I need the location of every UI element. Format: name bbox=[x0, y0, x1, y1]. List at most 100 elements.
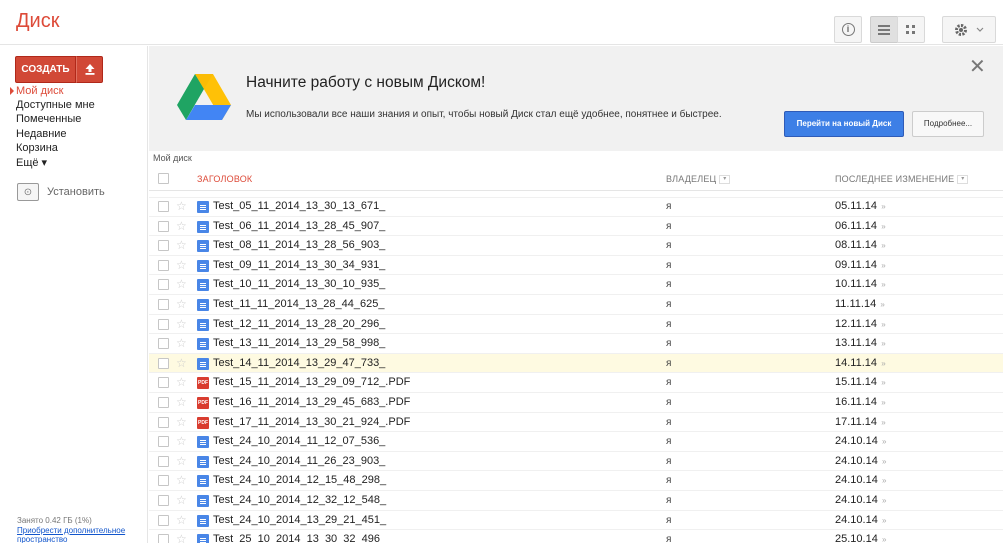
star-icon[interactable]: ☆ bbox=[176, 337, 187, 349]
settings-button[interactable] bbox=[942, 16, 996, 43]
file-name[interactable]: Test_15_11_2014_13_29_09_712_.PDF bbox=[213, 376, 410, 388]
file-name[interactable]: Test_13_11_2014_13_29_58_998_ bbox=[213, 337, 385, 349]
row-checkbox[interactable] bbox=[158, 279, 169, 291]
row-checkbox[interactable] bbox=[158, 220, 169, 232]
table-row[interactable]: ☆ Test_05_11_2014_13_30_13_671_ я 05.11.14 … bbox=[149, 197, 1003, 217]
file-owner: я bbox=[666, 318, 672, 330]
file-name[interactable]: Test_14_11_2014_13_29_47_733_ bbox=[213, 357, 385, 369]
table-row[interactable]: ☆ Test_24_10_2014_12_15_48_298_ я 24.10.14 … bbox=[149, 471, 1003, 491]
table-row[interactable]: ☆ Test_13_11_2014_13_29_58_998_ я 13.11.14 … bbox=[149, 334, 1003, 354]
star-icon[interactable]: ☆ bbox=[176, 416, 187, 428]
row-checkbox[interactable] bbox=[158, 495, 169, 506]
table-row[interactable]: ☆ Test_10_11_2014_13_30_10_935_ я 10.11.14 … bbox=[149, 275, 1003, 295]
breadcrumb[interactable]: Мой диск bbox=[153, 153, 192, 163]
table-row[interactable]: ☆ PDF Test_15_11_2014_13_29_09_712_.PDF я 15… bbox=[149, 373, 1003, 393]
file-name[interactable]: Test_24_10_2014_11_26_23_903_ bbox=[213, 455, 385, 467]
list-view-button[interactable] bbox=[870, 16, 898, 43]
select-all-checkbox[interactable] bbox=[158, 173, 169, 184]
star-icon[interactable]: ☆ bbox=[176, 474, 187, 486]
table-row[interactable]: ☆ Test_25_10_2014_13_30_32_496 я 25.10.14 » bbox=[149, 530, 1003, 543]
upload-button[interactable] bbox=[76, 56, 103, 83]
row-checkbox[interactable] bbox=[158, 357, 169, 369]
row-checkbox[interactable] bbox=[158, 514, 169, 526]
header-owner[interactable]: ВЛАДЕЛЕЦ ▾ bbox=[666, 174, 731, 185]
file-name[interactable]: Test_08_11_2014_13_28_56_903_ bbox=[213, 239, 385, 251]
row-checkbox[interactable] bbox=[158, 436, 169, 448]
table-row[interactable]: ☆ Test_24_10_2014_12_32_12_548_ я 24.10.14 … bbox=[149, 491, 1003, 511]
star-icon[interactable]: ☆ bbox=[176, 357, 187, 369]
switch-to-new-drive-button[interactable]: Перейти на новый Диск bbox=[784, 111, 904, 137]
app-title[interactable]: Диск bbox=[16, 10, 59, 33]
row-checkbox[interactable] bbox=[158, 377, 169, 389]
table-row[interactable]: ☆ Test_11_11_2014_13_28_44_625_ я 11.11.14 … bbox=[149, 295, 1003, 315]
row-checkbox[interactable] bbox=[158, 318, 169, 330]
star-icon[interactable]: ☆ bbox=[176, 318, 187, 330]
file-name[interactable]: Test_24_10_2014_11_12_07_536_ bbox=[213, 435, 385, 447]
row-checkbox[interactable] bbox=[158, 534, 169, 543]
table-row[interactable]: ☆ Test_08_11_2014_13_28_56_903_ я 08.11.14 … bbox=[149, 236, 1003, 256]
star-icon[interactable]: ☆ bbox=[176, 494, 187, 506]
file-name[interactable]: Test_24_10_2014_12_15_48_298_ bbox=[213, 474, 386, 486]
row-checkbox[interactable] bbox=[158, 240, 169, 252]
install-link[interactable]: ⊙ Установить bbox=[17, 183, 105, 201]
sidebar-item-my-drive[interactable]: Мой диск bbox=[9, 84, 63, 98]
file-name[interactable]: Test_24_10_2014_12_32_12_548_ bbox=[213, 494, 386, 506]
table-row[interactable]: ☆ Test_06_11_2014_13_28_45_907_ я 06.11.14 … bbox=[149, 217, 1003, 237]
star-icon[interactable]: ☆ bbox=[176, 435, 187, 447]
table-row[interactable]: ☆ Test_12_11_2014_13_28_20_296_ я 12.11.14 … bbox=[149, 315, 1003, 335]
star-icon[interactable]: ☆ bbox=[176, 239, 187, 251]
file-name[interactable]: Test_05_11_2014_13_30_13_671_ bbox=[213, 200, 385, 212]
create-button[interactable]: СОЗДАТЬ bbox=[15, 56, 76, 83]
sort-modified-icon[interactable]: ▾ bbox=[957, 175, 969, 185]
row-checkbox[interactable] bbox=[158, 299, 169, 310]
row-checkbox[interactable] bbox=[158, 338, 169, 350]
file-name[interactable]: Test_09_11_2014_13_30_34_931_ bbox=[213, 259, 385, 271]
file-name[interactable]: Test_25_10_2014_13_30_32_496 bbox=[213, 533, 380, 543]
star-icon[interactable]: ☆ bbox=[176, 200, 187, 212]
row-checkbox[interactable] bbox=[158, 201, 169, 212]
file-name[interactable]: Test_16_11_2014_13_29_45_683_.PDF bbox=[213, 396, 410, 408]
table-row[interactable]: ☆ Test_24_10_2014_11_12_07_536_ я 24.10.14 … bbox=[149, 432, 1003, 452]
row-checkbox[interactable] bbox=[158, 259, 169, 271]
table-row[interactable]: ☆ Test_24_10_2014_13_29_21_451_ я 24.10.14 … bbox=[149, 511, 1003, 531]
file-name[interactable]: Test_11_11_2014_13_28_44_625_ bbox=[213, 298, 384, 310]
file-name[interactable]: Test_10_11_2014_13_30_10_935_ bbox=[213, 278, 385, 290]
file-name[interactable]: Test_17_11_2014_13_30_21_924_.PDF bbox=[213, 416, 410, 428]
table-row[interactable]: ☆ Test_24_10_2014_11_26_23_903_ я 24.10.14 … bbox=[149, 452, 1003, 472]
info-button[interactable]: i bbox=[834, 16, 862, 43]
header-modified[interactable]: ПОСЛЕДНЕЕ ИЗМЕНЕНИЕ ▾ bbox=[835, 174, 969, 185]
row-checkbox[interactable] bbox=[158, 397, 169, 408]
star-icon[interactable]: ☆ bbox=[176, 278, 187, 290]
row-checkbox[interactable] bbox=[158, 475, 169, 487]
sidebar-item-shared[interactable]: Доступные мне bbox=[16, 98, 95, 112]
file-name[interactable]: Test_12_11_2014_13_28_20_296_ bbox=[213, 318, 385, 330]
star-icon[interactable]: ☆ bbox=[176, 220, 187, 232]
promo-banner: Начните работу с новым Диском! Мы исполь… bbox=[149, 46, 1003, 151]
file-name[interactable]: Test_06_11_2014_13_28_45_907_ bbox=[213, 220, 385, 232]
learn-more-button[interactable]: Подробнее... bbox=[912, 111, 984, 137]
star-icon[interactable]: ☆ bbox=[176, 376, 187, 388]
buy-storage-link[interactable]: Приобрести дополнительное пространство bbox=[17, 526, 142, 543]
close-icon[interactable]: ✕ bbox=[969, 54, 986, 79]
sidebar-item-recent[interactable]: Недавние bbox=[16, 127, 67, 141]
table-row[interactable]: ☆ PDF Test_17_11_2014_13_30_21_924_.PDF я 17… bbox=[149, 413, 1003, 433]
star-icon[interactable]: ☆ bbox=[176, 533, 187, 543]
table-row[interactable]: ☆ PDF Test_16_11_2014_13_29_45_683_.PDF я 16… bbox=[149, 393, 1003, 413]
star-icon[interactable]: ☆ bbox=[176, 455, 187, 467]
star-icon[interactable]: ☆ bbox=[176, 514, 187, 526]
header-title[interactable]: ЗАГОЛОВОК bbox=[197, 174, 252, 184]
file-name[interactable]: Test_24_10_2014_13_29_21_451_ bbox=[213, 514, 386, 526]
sidebar-item-more[interactable]: Ещё ▾ bbox=[16, 156, 47, 170]
star-icon[interactable]: ☆ bbox=[176, 298, 187, 310]
sort-owner-icon[interactable]: ▾ bbox=[719, 175, 731, 185]
row-checkbox[interactable] bbox=[158, 455, 169, 467]
drive-logo-icon bbox=[177, 74, 231, 120]
table-row[interactable]: ☆ Test_14_11_2014_13_29_47_733_ я 14.11.14 … bbox=[149, 353, 1003, 374]
table-row[interactable]: ☆ Test_09_11_2014_13_30_34_931_ я 09.11.14 … bbox=[149, 256, 1003, 276]
sidebar-item-trash[interactable]: Корзина bbox=[16, 141, 58, 155]
sidebar-item-starred[interactable]: Помеченные bbox=[16, 112, 81, 126]
star-icon[interactable]: ☆ bbox=[176, 396, 187, 408]
star-icon[interactable]: ☆ bbox=[176, 259, 187, 271]
grid-view-button[interactable] bbox=[897, 16, 925, 43]
row-checkbox[interactable] bbox=[158, 416, 169, 428]
